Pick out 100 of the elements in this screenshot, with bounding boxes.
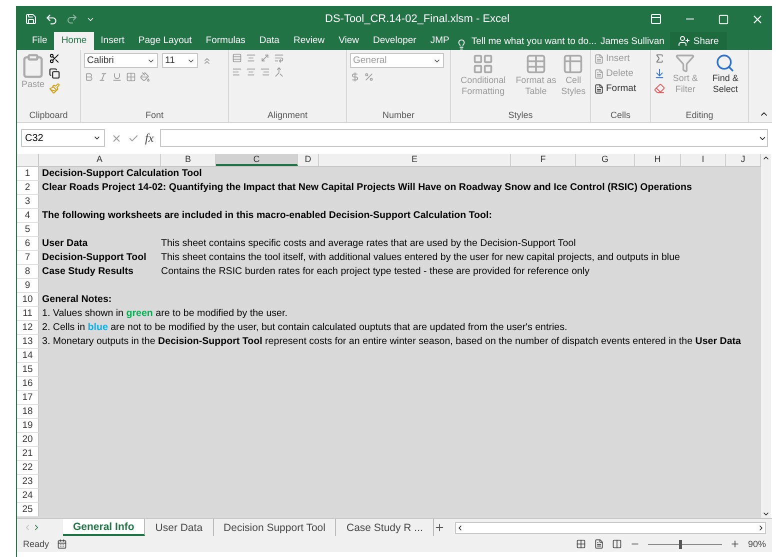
ribbon-tab[interactable]: Insert: [94, 32, 132, 50]
row-header[interactable]: 16: [17, 377, 39, 391]
insert-function-button[interactable]: fx: [145, 130, 154, 146]
column-header[interactable]: H: [635, 154, 681, 166]
ribbon-tab[interactable]: Formulas: [198, 32, 252, 50]
zoom-level[interactable]: 90%: [748, 539, 766, 549]
row-header[interactable]: 3: [17, 195, 39, 209]
row-header[interactable]: 20: [17, 433, 39, 447]
ribbon-tab[interactable]: Home: [54, 32, 94, 50]
scroll-up-icon[interactable]: [762, 154, 770, 162]
row-header[interactable]: 7: [17, 251, 39, 265]
grow-font-icon[interactable]: [202, 56, 212, 66]
page-layout-icon[interactable]: [594, 539, 604, 549]
row-header[interactable]: 22: [17, 461, 39, 475]
wrap-text-icon[interactable]: [274, 53, 284, 63]
ribbon-tab[interactable]: Developer: [366, 32, 424, 50]
zoom-in-icon[interactable]: [730, 539, 740, 549]
tell-me-search[interactable]: Tell me what you want to do...: [471, 32, 596, 50]
borders-icon[interactable]: [126, 72, 136, 82]
ribbon-tab[interactable]: Data: [252, 32, 286, 50]
ribbon-display-icon[interactable]: [650, 13, 662, 25]
cut-icon[interactable]: [49, 53, 60, 64]
row-header[interactable]: 23: [17, 475, 39, 489]
row-header[interactable]: 18: [17, 405, 39, 419]
fill-color-icon[interactable]: [140, 72, 150, 82]
align-right-icon[interactable]: [260, 67, 270, 77]
percent-icon[interactable]: [364, 72, 374, 82]
row-header[interactable]: 9: [17, 279, 39, 293]
font-name-field[interactable]: Calibri: [84, 53, 158, 68]
row-header[interactable]: 1: [17, 167, 39, 181]
undo-icon[interactable]: [45, 12, 58, 26]
row-header[interactable]: 12: [17, 321, 39, 335]
column-header[interactable]: C: [216, 154, 298, 166]
close-icon[interactable]: [751, 12, 764, 26]
save-icon[interactable]: [25, 13, 37, 25]
column-header[interactable]: I: [681, 154, 726, 166]
currency-icon[interactable]: [350, 72, 360, 82]
ribbon-tab[interactable]: JMP: [423, 32, 456, 50]
align-left-icon[interactable]: [232, 67, 242, 77]
font-size-field[interactable]: 11: [162, 53, 198, 68]
bold-icon[interactable]: [84, 72, 94, 82]
copy-icon[interactable]: [49, 68, 60, 79]
row-header[interactable]: 21: [17, 447, 39, 461]
autosum-icon[interactable]: [654, 53, 665, 64]
share-button[interactable]: Share: [670, 32, 727, 50]
cells-button[interactable]: Format: [594, 83, 636, 94]
grid-icon: [472, 53, 494, 75]
add-sheet-icon[interactable]: [434, 522, 445, 533]
row-header[interactable]: 25: [17, 503, 39, 517]
column-header[interactable]: G: [576, 154, 635, 166]
formula-field[interactable]: [160, 129, 768, 147]
row-header[interactable]: 10: [17, 293, 39, 307]
row-header[interactable]: 11: [17, 307, 39, 321]
row-header[interactable]: 19: [17, 419, 39, 433]
row-header[interactable]: 15: [17, 363, 39, 377]
normal-view-icon[interactable]: [576, 539, 586, 549]
underline-icon[interactable]: [112, 72, 122, 82]
row-header[interactable]: 17: [17, 391, 39, 405]
row-header[interactable]: 4: [17, 209, 39, 223]
cancel-icon[interactable]: [111, 132, 122, 144]
row-header[interactable]: 2: [17, 181, 39, 195]
scroll-down-icon[interactable]: [762, 510, 770, 518]
row-header[interactable]: 8: [17, 265, 39, 279]
align-center-icon[interactable]: [246, 67, 256, 77]
cell-text: This sheet contains specific costs and average rates that are used by the Decision-Support Tool: [161, 238, 576, 249]
lightbulb-icon[interactable]: [456, 39, 468, 50]
enter-icon[interactable]: [128, 132, 139, 144]
ribbon-tab[interactable]: Review: [286, 32, 332, 50]
sheet-tab[interactable]: General Info: [63, 519, 146, 536]
orientation-icon[interactable]: [260, 53, 270, 63]
editing-button[interactable]: Find & Select: [706, 53, 745, 110]
eraser-icon[interactable]: [654, 83, 665, 94]
next-sheet-icon[interactable]: [32, 523, 41, 532]
format-painter-icon[interactable]: [49, 83, 60, 94]
redo-icon[interactable]: [66, 13, 78, 25]
name-box[interactable]: C32: [21, 129, 105, 147]
column-header[interactable]: A: [39, 154, 161, 166]
row-header[interactable]: 6: [17, 237, 39, 251]
user-name[interactable]: James Sullivan: [600, 36, 664, 46]
horizontal-scrollbar[interactable]: [454, 522, 766, 534]
scroll-right-icon[interactable]: [757, 524, 765, 532]
row-header[interactable]: 14: [17, 349, 39, 363]
fill-down-icon[interactable]: [654, 68, 665, 79]
row-header[interactable]: 24: [17, 489, 39, 503]
column-header[interactable]: F: [511, 154, 576, 166]
row-header[interactable]: 13: [17, 335, 39, 349]
ribbon-tab[interactable]: Page Layout: [131, 32, 199, 50]
page-break-icon[interactable]: [612, 539, 622, 549]
italic-icon[interactable]: [98, 72, 108, 82]
maximize-icon[interactable]: [718, 14, 729, 24]
merge-icon[interactable]: [274, 67, 284, 77]
column-header[interactable]: D: [298, 154, 319, 166]
zoom-thumb[interactable]: [679, 540, 682, 548]
ribbon-tab[interactable]: View: [332, 32, 366, 50]
column-header[interactable]: E: [319, 154, 511, 166]
row-header[interactable]: 5: [17, 223, 39, 237]
align-middle-icon[interactable]: [246, 53, 256, 63]
vertical-scrollbar[interactable]: [761, 154, 771, 518]
ribbon-tab[interactable]: File: [25, 32, 54, 50]
search-icon: [715, 53, 736, 73]
